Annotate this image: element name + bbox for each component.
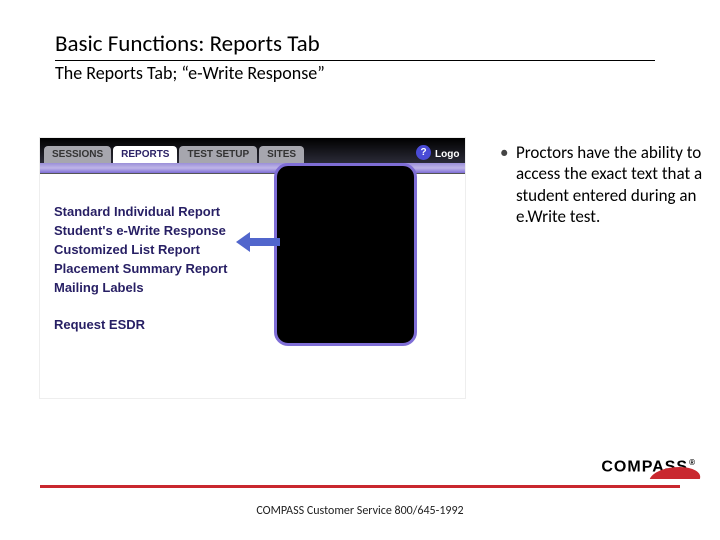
- help-icon[interactable]: ?: [416, 145, 431, 160]
- callout-panel: [274, 163, 417, 346]
- logoff-link[interactable]: Logo: [435, 149, 467, 160]
- swoosh-icon: [652, 461, 702, 485]
- slide-subtitle: The Reports Tab; “e-Write Response”: [55, 62, 325, 84]
- tab-sites[interactable]: SITES: [259, 146, 304, 163]
- footer-rule: [40, 485, 680, 488]
- bullet-item: • Proctors have the ability to access th…: [500, 142, 705, 227]
- app-tab-bar: SESSIONS REPORTS TEST SETUP SITES ? Logo: [40, 138, 465, 163]
- tab-sessions[interactable]: SESSIONS: [44, 146, 111, 163]
- slide-title: Basic Functions: Reports Tab: [55, 30, 655, 61]
- slide: Basic Functions: Reports Tab The Reports…: [0, 0, 720, 540]
- footer-text: COMPASS Customer Service 800/645-1992: [0, 504, 720, 518]
- bullet-dot-icon: •: [500, 142, 516, 227]
- compass-logo: COMPASS®: [601, 452, 702, 482]
- bullet-list: • Proctors have the ability to access th…: [500, 142, 705, 227]
- tab-test-setup[interactable]: TEST SETUP: [179, 146, 257, 163]
- tab-reports[interactable]: REPORTS: [113, 146, 177, 163]
- bullet-text: Proctors have the ability to access the …: [516, 142, 705, 227]
- arrow-left-icon: [236, 236, 280, 248]
